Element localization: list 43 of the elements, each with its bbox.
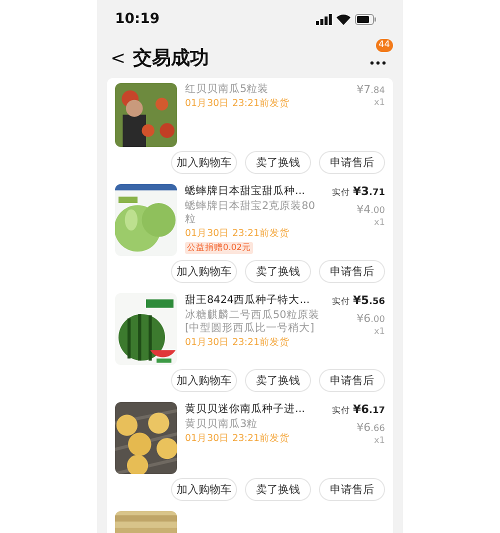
ship-date: 01月30日 23:21前发货 xyxy=(185,97,291,110)
product-spec: 蟋蟀牌日本甜宝2克原装80粒 xyxy=(185,200,316,226)
unit-price: ¥7.84 xyxy=(356,83,385,96)
back-button[interactable]: < xyxy=(107,48,129,68)
wifi-icon xyxy=(336,14,351,24)
product-title: 甜王8424西瓜种子特大... xyxy=(185,293,310,308)
battery-icon xyxy=(355,14,377,24)
action-button[interactable]: 申请售后 xyxy=(319,151,385,174)
ship-date: 01月30日 23:21前发货 xyxy=(185,336,291,349)
signal-icon xyxy=(316,14,332,24)
action-button[interactable]: 卖了换钱 xyxy=(245,151,311,174)
unit-price: ¥4.00 xyxy=(356,203,385,216)
paid-price: 实付 ¥6.17 xyxy=(332,402,385,418)
product-title: 黄贝贝迷你南瓜种子进... xyxy=(185,402,306,417)
action-button[interactable]: 申请售后 xyxy=(319,478,385,501)
quantity: x1 xyxy=(374,98,385,108)
action-button[interactable]: 卖了换钱 xyxy=(245,260,311,283)
quantity: x1 xyxy=(374,436,385,446)
action-button[interactable]: 申请售后 xyxy=(319,260,385,283)
action-button[interactable]: 申请售后 xyxy=(319,369,385,392)
action-button[interactable]: 卖了换钱 xyxy=(245,478,311,501)
paid-price: 实付 ¥5.56 xyxy=(332,293,385,309)
unit-price: ¥6.66 xyxy=(356,421,385,434)
action-button[interactable]: 加入购物车 xyxy=(171,478,237,501)
product-title: 蟋蟀牌日本甜宝甜瓜种... xyxy=(185,184,306,199)
donation-tag: 公益捐赠0.02元 xyxy=(185,242,253,254)
product-spec: 红贝贝南瓜5粒装 xyxy=(185,83,270,96)
count-badge: 44 xyxy=(376,39,393,52)
action-button[interactable]: 卖了换钱 xyxy=(245,369,311,392)
more-icon xyxy=(370,61,386,65)
unit-price: ¥6.00 xyxy=(356,312,385,325)
product-spec: 黄贝贝南瓜3粒 xyxy=(185,418,259,431)
action-button[interactable]: 加入购物车 xyxy=(171,260,237,283)
quantity: x1 xyxy=(374,327,385,337)
product-spec: 冰糖麒麟二号西瓜50粒原装[中型圆形西瓜比一号稍大] xyxy=(185,309,320,335)
quantity: x1 xyxy=(374,218,385,228)
page-title: 交易成功 xyxy=(133,46,210,71)
status-time: 10:19 xyxy=(115,11,160,27)
ship-date: 01月30日 23:21前发货 xyxy=(185,432,291,445)
paid-price: 实付 ¥3.71 xyxy=(332,184,385,200)
action-button[interactable]: 加入购物车 xyxy=(171,369,237,392)
ship-date: 01月30日 23:21前发货 xyxy=(185,227,291,240)
action-button[interactable]: 加入购物车 xyxy=(171,151,237,174)
